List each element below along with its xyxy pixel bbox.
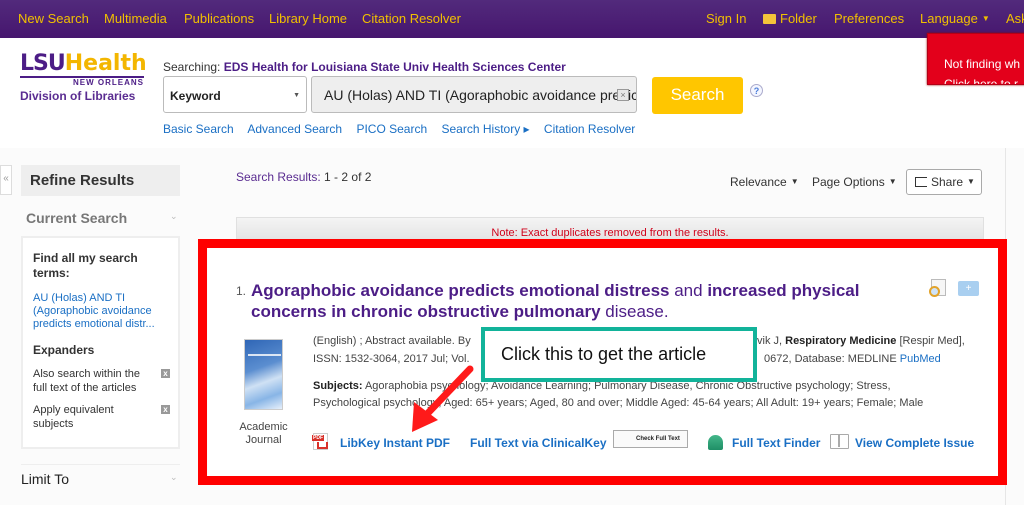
annotation-arrow [412,365,474,432]
arrow-shaft [424,365,474,417]
